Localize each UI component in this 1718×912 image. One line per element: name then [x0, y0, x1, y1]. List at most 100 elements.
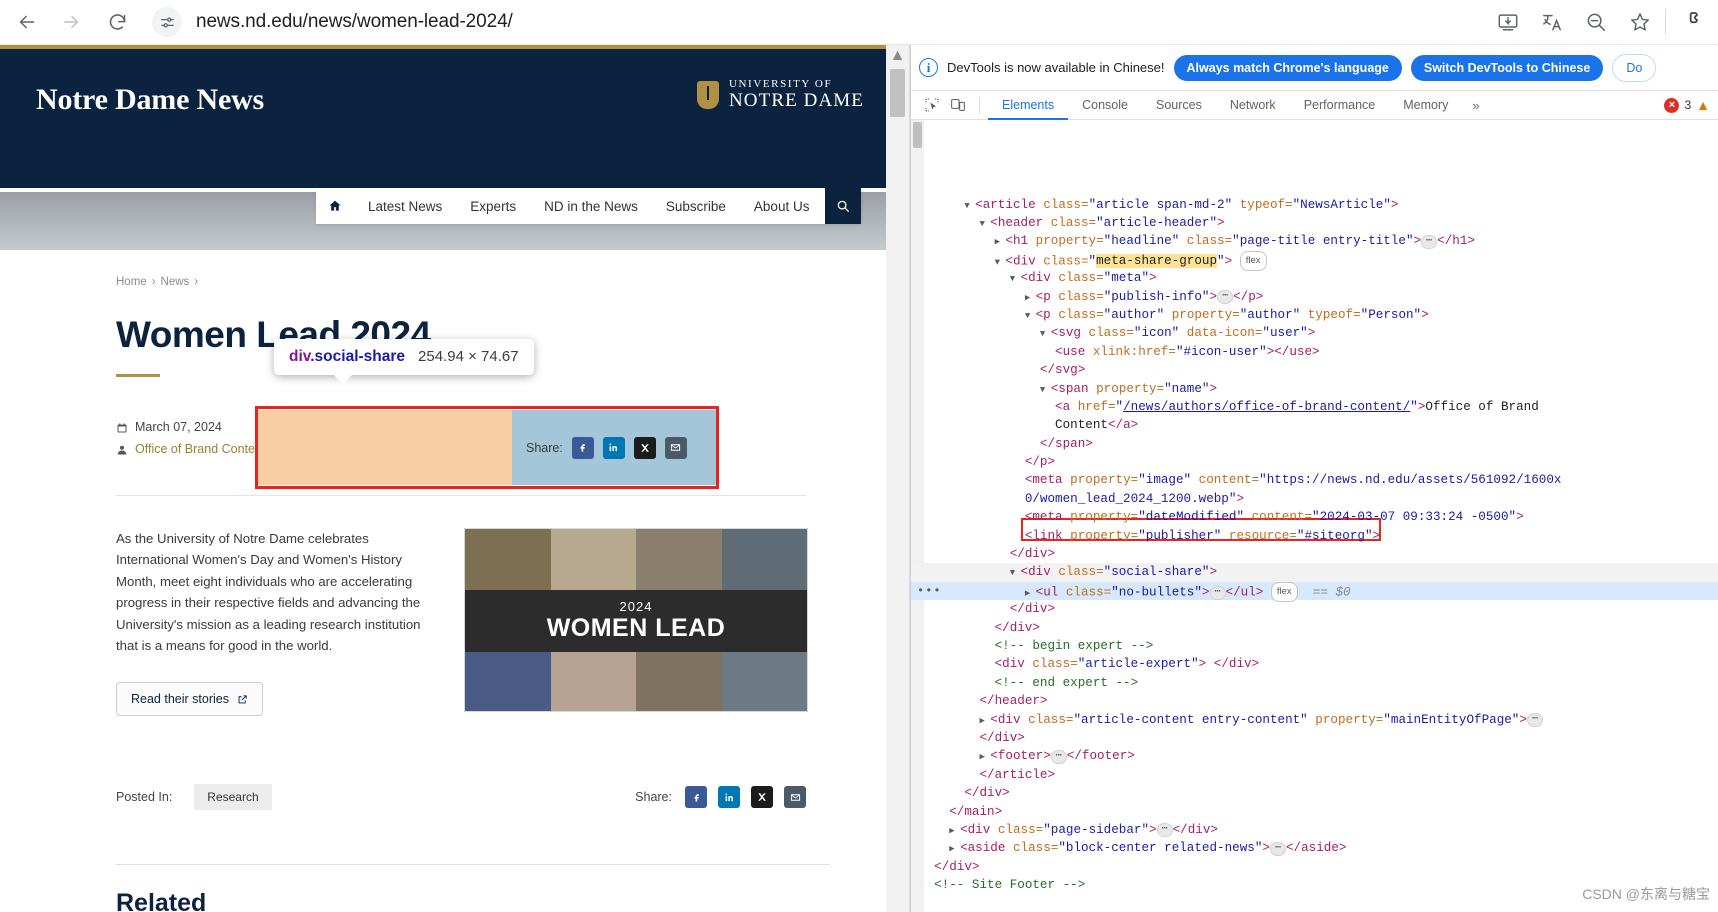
dom-node-line[interactable]: </article> — [911, 766, 1718, 784]
dom-node-line[interactable]: ••• ▶ <ul class="no-bullets"> ⋯ </ul> flex… — [911, 581, 1718, 603]
email-icon[interactable] — [784, 786, 806, 809]
collapsed-children-icon[interactable]: ⋯ — [1421, 234, 1438, 249]
dom-node-line[interactable]: </main> — [911, 803, 1718, 821]
dom-node-line[interactable]: </div> — [911, 784, 1718, 802]
dom-node-line[interactable]: <meta property="image" content="https://… — [911, 471, 1718, 489]
facebook-icon[interactable] — [685, 786, 707, 809]
tab-performance[interactable]: Performance — [1290, 91, 1390, 120]
search-icon[interactable] — [825, 188, 861, 224]
linkedin-icon[interactable] — [602, 436, 625, 459]
dom-node-line[interactable]: ▼ <p class="author" property="author" ty… — [911, 306, 1718, 324]
nav-item-subscribe[interactable]: Subscribe — [652, 199, 740, 214]
issues-counter[interactable]: × 3 ▲ — [1664, 97, 1718, 113]
dom-node-line[interactable]: ▶ <h1 property="headline" class="page-ti… — [911, 232, 1718, 250]
more-tabs-icon[interactable]: » — [1462, 98, 1489, 113]
bookmark-star-icon[interactable] — [1629, 11, 1651, 33]
page-scrollbar[interactable]: ▲ — [886, 45, 910, 912]
forward-icon[interactable] — [54, 5, 88, 39]
home-icon[interactable] — [316, 199, 354, 213]
dom-node-line[interactable]: ▶ <footer> ⋯ </footer> — [911, 747, 1718, 765]
disclosure-triangle-icon[interactable]: ▶ — [995, 237, 1006, 247]
dom-node-line[interactable]: ▶ <aside class="block-center related-new… — [911, 839, 1718, 857]
dom-node-line[interactable]: </p> — [911, 453, 1718, 471]
dom-node-line[interactable]: </svg> — [911, 361, 1718, 379]
dom-node-line[interactable]: ▼ <div class="meta"> — [911, 269, 1718, 287]
dom-node-line[interactable]: <!-- end expert --> — [911, 674, 1718, 692]
facebook-icon[interactable] — [571, 436, 594, 459]
site-brand[interactable]: Notre Dame News — [36, 83, 264, 117]
nav-item-experts[interactable]: Experts — [456, 199, 530, 214]
dom-node-line[interactable]: </header> — [911, 692, 1718, 710]
dom-node-line[interactable]: </div> — [911, 600, 1718, 618]
dom-node-line[interactable]: ▼ <div class="social-share"> — [911, 563, 1718, 582]
tab-network[interactable]: Network — [1216, 91, 1290, 120]
disclosure-triangle-icon[interactable]: ▼ — [1040, 329, 1051, 339]
dom-node-line[interactable]: </div> — [911, 858, 1718, 876]
read-their-stories-button[interactable]: Read their stories — [116, 682, 263, 717]
install-app-icon[interactable] — [1497, 11, 1519, 33]
page-scroll-thumb[interactable] — [890, 69, 905, 117]
devtools-scroll-thumb[interactable] — [913, 122, 922, 148]
dom-node-line[interactable]: <link property="publisher" resource="#si… — [911, 527, 1718, 545]
social-share-highlighted[interactable]: Share: — [512, 410, 716, 485]
collapsed-children-icon[interactable]: ⋯ — [1217, 290, 1234, 305]
dom-node-line[interactable]: ▼ <div class="meta-share-group"> flex — [911, 250, 1718, 272]
x-icon[interactable] — [751, 786, 773, 809]
disclosure-triangle-icon[interactable]: ▶ — [949, 844, 960, 854]
dom-node-line[interactable]: <a href="/news/authors/office-of-brand-c… — [911, 398, 1718, 416]
dismiss-banner-button[interactable]: Do — [1612, 53, 1657, 82]
disclosure-triangle-icon[interactable]: ▼ — [1025, 311, 1036, 321]
breadcrumb-home[interactable]: Home — [116, 276, 147, 288]
disclosure-triangle-icon[interactable]: ▼ — [1040, 385, 1051, 395]
disclosure-triangle-icon[interactable]: ▼ — [964, 201, 975, 211]
device-toolbar-icon[interactable] — [945, 92, 971, 118]
tag-research[interactable]: Research — [194, 784, 272, 811]
dom-node-line[interactable]: 0/women_lead_2024_1200.webp"> — [911, 490, 1718, 508]
nd-logo[interactable]: UNIVERSITY OF NOTRE DAME — [696, 78, 864, 110]
disclosure-triangle-icon[interactable]: ▶ — [1025, 588, 1036, 598]
always-match-language-button[interactable]: Always match Chrome's language — [1173, 54, 1402, 81]
collapsed-children-icon[interactable]: ⋯ — [1156, 823, 1173, 838]
dom-node-line[interactable]: ▶ <div class="page-sidebar"> ⋯ </div> — [911, 821, 1718, 839]
nav-item-about-us[interactable]: About Us — [740, 199, 824, 214]
dom-tree[interactable]: ▼ <article class="article span-md-2" typ… — [911, 120, 1718, 912]
extensions-icon[interactable] — [1680, 8, 1704, 37]
dom-node-line[interactable]: <!-- begin expert --> — [911, 637, 1718, 655]
dom-node-line[interactable]: ▼ <span property="name"> — [911, 380, 1718, 398]
flex-badge[interactable]: flex — [1239, 250, 1267, 272]
dom-node-line[interactable]: </div> — [911, 619, 1718, 637]
dom-node-line[interactable]: </div> — [911, 729, 1718, 747]
dom-node-line[interactable]: <use xlink:href="#icon-user"></use> — [911, 343, 1718, 361]
dom-node-line[interactable]: ▼ <article class="article span-md-2" typ… — [911, 196, 1718, 214]
node-menu-icon[interactable]: ••• — [917, 582, 942, 600]
site-settings-icon[interactable] — [152, 7, 182, 37]
dom-node-line[interactable]: ▶ <p class="publish-info"> ⋯ </p> — [911, 288, 1718, 306]
nav-item-latest-news[interactable]: Latest News — [354, 199, 456, 214]
dom-node-line[interactable]: </div> — [911, 545, 1718, 563]
disclosure-triangle-icon[interactable]: ▼ — [1010, 568, 1021, 578]
dom-node-line[interactable]: ▶ <div class="article-content entry-cont… — [911, 711, 1718, 729]
disclosure-triangle-icon[interactable]: ▶ — [979, 752, 990, 762]
tab-elements[interactable]: Elements — [988, 91, 1068, 120]
switch-devtools-language-button[interactable]: Switch DevTools to Chinese — [1410, 54, 1604, 81]
url-text[interactable]: news.nd.edu/news/women-lead-2024/ — [196, 11, 513, 33]
scroll-up-arrow[interactable]: ▲ — [886, 45, 909, 67]
collapsed-children-icon[interactable]: ⋯ — [1050, 749, 1067, 764]
flex-badge[interactable]: flex — [1270, 581, 1298, 603]
back-icon[interactable] — [10, 5, 44, 39]
collapsed-children-icon[interactable]: ⋯ — [1526, 713, 1543, 728]
disclosure-triangle-icon[interactable]: ▼ — [995, 257, 1006, 267]
collapsed-children-icon[interactable]: ⋯ — [1209, 585, 1226, 600]
disclosure-triangle-icon[interactable]: ▼ — [979, 219, 990, 229]
collapsed-children-icon[interactable]: ⋯ — [1269, 841, 1286, 856]
disclosure-triangle-icon[interactable]: ▶ — [1025, 293, 1036, 303]
inspect-element-icon[interactable] — [919, 92, 945, 118]
x-icon[interactable] — [633, 436, 656, 459]
email-icon[interactable] — [664, 436, 687, 459]
linkedin-icon[interactable] — [718, 786, 740, 809]
dom-node-line[interactable]: <meta property="dateModified" content="2… — [911, 508, 1718, 526]
dom-node-line[interactable]: <div class="article-expert"> </div> — [911, 655, 1718, 673]
reload-icon[interactable] — [100, 5, 134, 39]
zoom-icon[interactable] — [1585, 11, 1607, 33]
disclosure-triangle-icon[interactable]: ▼ — [1010, 274, 1021, 284]
